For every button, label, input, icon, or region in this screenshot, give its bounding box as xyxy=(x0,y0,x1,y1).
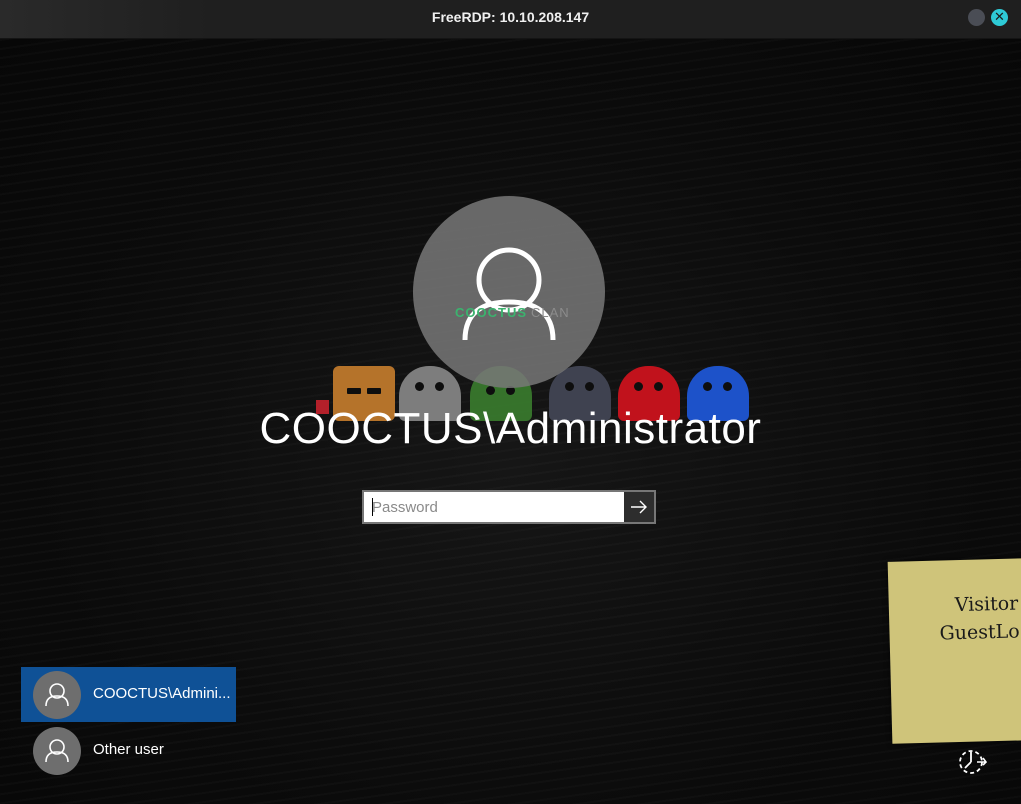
close-button[interactable]: ✕ xyxy=(991,9,1008,26)
ease-of-access-button[interactable] xyxy=(955,746,989,776)
avatar xyxy=(33,671,81,719)
sticky-note-line1: Visitor xyxy=(954,592,1019,617)
user-icon xyxy=(45,739,69,763)
wallpaper-logo: COOCTUS CLAN xyxy=(455,305,570,320)
submit-button[interactable] xyxy=(624,492,654,522)
ease-of-access-icon xyxy=(959,750,988,774)
user-list-item-label: Other user xyxy=(93,741,164,758)
user-icon xyxy=(45,683,69,707)
arrow-right-icon xyxy=(631,500,647,514)
logo-secondary-text: CLAN xyxy=(531,305,570,320)
user-avatar xyxy=(413,196,605,388)
user-list-item-other-user[interactable]: Other user xyxy=(21,723,236,778)
password-input[interactable] xyxy=(364,492,626,522)
sticky-note-line2: GuestLo xyxy=(939,620,1020,645)
close-icon: ✕ xyxy=(994,10,1005,25)
avatar xyxy=(33,727,81,775)
minimize-button[interactable] xyxy=(968,9,985,26)
user-list-item-administrator[interactable]: COOCTUS\Admini... xyxy=(21,667,236,722)
text-caret xyxy=(372,498,373,516)
window-title: FreeRDP: 10.10.208.147 xyxy=(431,9,590,25)
window-titlebar: FreeRDP: 10.10.208.147 ✕ xyxy=(0,0,1021,39)
user-list-item-label: COOCTUS\Admini... xyxy=(93,685,231,702)
sticky-note: Visitor GuestLo xyxy=(887,558,1021,744)
logo-primary-text: COOCTUS xyxy=(455,305,527,320)
login-username: COOCTUS\Administrator xyxy=(259,404,762,453)
user-avatar-icon xyxy=(462,247,556,341)
password-box xyxy=(362,490,656,524)
